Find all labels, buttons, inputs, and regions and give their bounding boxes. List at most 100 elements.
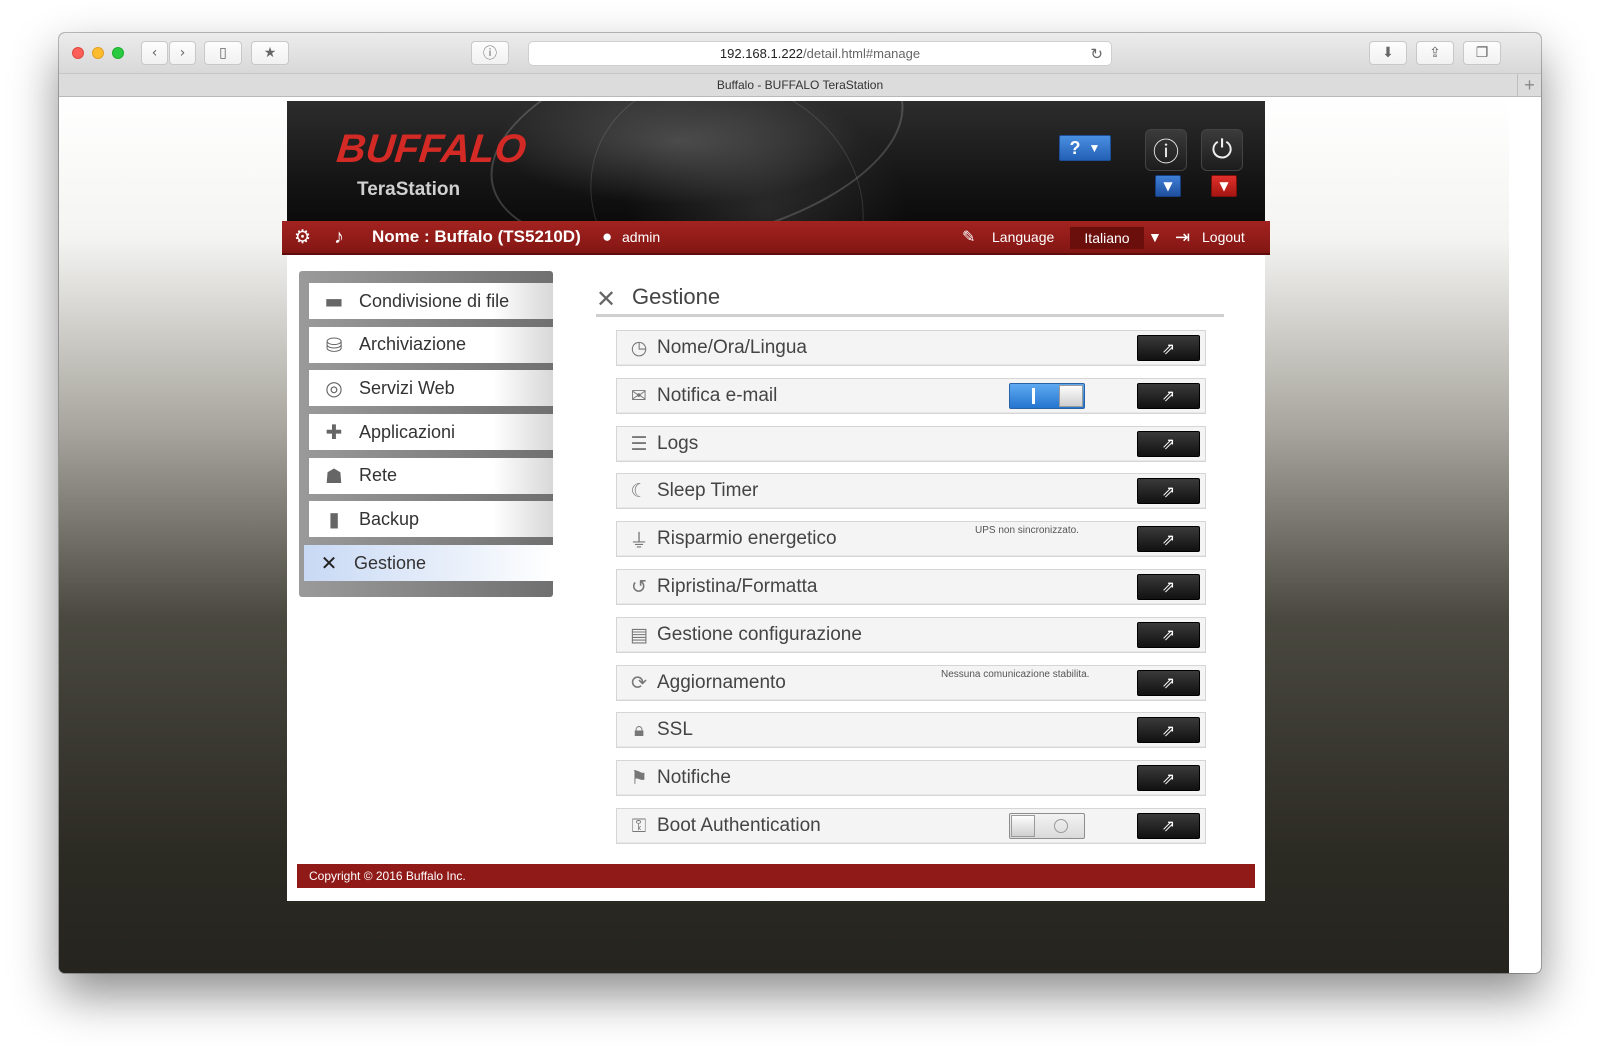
sidebar-item-archiviazione[interactable]: ⛁ Archiviazione — [309, 326, 553, 363]
sidebar-item-backup[interactable]: ▮ Backup — [309, 501, 553, 538]
share-button[interactable]: ⇪ — [1416, 41, 1454, 65]
nas-name: Nome : Buffalo (TS5210D) — [372, 227, 581, 246]
database-icon: ⛁ — [325, 332, 343, 357]
new-tab-button[interactable]: + — [1517, 74, 1541, 97]
info-button[interactable]: ⓘ — [1145, 129, 1187, 171]
url-path: /detail.html#manage — [803, 46, 921, 61]
notification-icon: ⚑ — [630, 767, 648, 790]
power-button[interactable]: ⏻ — [1201, 129, 1243, 171]
close-window-button[interactable] — [72, 47, 84, 59]
sidebar-item-gestione[interactable]: ✕ Gestione — [304, 545, 553, 582]
zoom-window-button[interactable] — [112, 47, 124, 59]
sidebar-item-label: Rete — [359, 465, 398, 486]
applications-icon: ✚ — [325, 420, 343, 445]
page-viewport: BUFFALO TeraStation ? ▼ ⓘ ⏻ ▼ ▼ ⚙ ♪ Nome… — [59, 97, 1509, 973]
tools-icon: ✕ — [320, 551, 338, 576]
tabs-overview-button[interactable]: ❐ — [1463, 41, 1501, 65]
tabs-icon: ❐ — [1475, 45, 1489, 61]
row-ripristina-formatta: ↺ Ripristina/Formatta ⇗ — [616, 568, 1206, 605]
sidebar-item-label: Gestione — [354, 552, 427, 573]
product-name: TeraStation — [357, 179, 461, 200]
scrollbar-track[interactable] — [1509, 97, 1541, 973]
row-nome-ora-lingua: ◷ Nome/Ora/Lingua ⇗ — [616, 330, 1206, 366]
caret-down-icon: ▼ — [1219, 179, 1229, 193]
language-label: Language — [992, 229, 1055, 245]
email-notification-toggle[interactable] — [1009, 382, 1085, 409]
open-settings-button[interactable]: ⇗ — [1137, 717, 1200, 744]
row-notifica-email: ✉ Notifica e-mail ⇗ — [616, 377, 1206, 414]
update-status-note: Nessuna comunicazione stabilita. — [941, 668, 1090, 680]
open-settings-button[interactable]: ⇗ — [1137, 621, 1200, 648]
sidebar-item-servizi-web[interactable]: ◎ Servizi Web — [309, 370, 553, 407]
logout-link[interactable]: Logout — [1202, 221, 1245, 253]
open-settings-button[interactable]: ⇗ — [1137, 812, 1200, 839]
settings-gear-icon[interactable]: ⚙ — [294, 221, 311, 253]
external-link-icon: ⇗ — [1161, 481, 1176, 501]
browser-window: ‹ › ▯ ★ ⓘ 192.168.1.222/detail.html#mana… — [59, 33, 1541, 973]
row-label: Boot Authentication — [657, 814, 821, 836]
external-link-icon: ⇗ — [1161, 577, 1176, 597]
power-dropdown-button[interactable]: ▼ — [1211, 175, 1237, 197]
open-settings-button[interactable]: ⇗ — [1137, 573, 1200, 600]
url-host: 192.168.1.222 — [719, 46, 804, 61]
caret-down-icon: ▼ — [1163, 179, 1173, 193]
sidebar-item-label: Servizi Web — [359, 377, 455, 398]
external-link-icon: ⇗ — [1161, 816, 1176, 836]
sidebar-icon: ▯ — [219, 45, 227, 61]
bookmarks-button[interactable]: ★ — [251, 41, 289, 65]
sidebar-item-label: Applicazioni — [359, 421, 456, 442]
row-boot-authentication: ⚿ Boot Authentication ⇗ — [616, 807, 1206, 844]
reader-button[interactable]: ⓘ — [471, 41, 509, 65]
row-label: Notifica e-mail — [657, 384, 778, 406]
tab-title[interactable]: Buffalo - BUFFALO TeraStation — [717, 78, 883, 92]
reload-icon[interactable]: ↻ — [1090, 45, 1103, 63]
clock-icon: ◷ — [630, 337, 648, 359]
language-select[interactable]: Italiano — [1070, 227, 1144, 249]
open-settings-button[interactable]: ⇗ — [1137, 478, 1200, 505]
sidebar-menu: ▬ Condivisione di file ⛁ Archiviazione ◎… — [299, 271, 553, 597]
user-name: admin — [622, 229, 661, 245]
address-bar[interactable]: 192.168.1.222/detail.html#manage ↻ — [528, 41, 1112, 66]
toggle-knob — [1011, 814, 1035, 837]
row-ssl: 🔒︎ SSL ⇗ — [616, 712, 1206, 749]
sidebar-toggle-button[interactable]: ▯ — [204, 41, 242, 65]
row-label: Sleep Timer — [657, 480, 759, 502]
row-risparmio-energetico: ⏚ Risparmio energetico UPS non sincroniz… — [616, 521, 1206, 558]
row-gestione-configurazione: ▤ Gestione configurazione ⇗ — [616, 616, 1206, 653]
info-dropdown-button[interactable]: ▼ — [1155, 175, 1181, 197]
info-icon: ⓘ — [1152, 137, 1179, 168]
music-note-icon[interactable]: ♪ — [334, 221, 344, 253]
sidebar-item-applicazioni[interactable]: ✚ Applicazioni — [309, 414, 553, 451]
footer: Copyright © 2016 Buffalo Inc. — [297, 864, 1255, 888]
caret-down-icon[interactable]: ▼ — [1148, 221, 1162, 253]
top-navigation-bar: ⚙ ♪ Nome : Buffalo (TS5210D) ● admin ✎ L… — [282, 221, 1270, 255]
row-label: Notifiche — [657, 767, 731, 789]
open-settings-button[interactable]: ⇗ — [1137, 526, 1200, 553]
back-button[interactable]: ‹ — [141, 41, 168, 65]
forward-button[interactable]: › — [169, 41, 196, 65]
open-settings-button[interactable]: ⇗ — [1137, 669, 1200, 696]
row-logs: ☰ Logs ⇗ — [616, 425, 1206, 462]
sidebar-item-condivisione-di-file[interactable]: ▬ Condivisione di file — [309, 283, 553, 319]
external-link-icon: ⇗ — [1161, 386, 1176, 406]
logout-icon[interactable]: ⇥ — [1175, 221, 1190, 253]
open-settings-button[interactable]: ⇗ — [1137, 430, 1200, 457]
minimize-window-button[interactable] — [92, 47, 104, 59]
help-button[interactable]: ? ▼ — [1059, 135, 1111, 161]
open-settings-button[interactable]: ⇗ — [1137, 765, 1200, 792]
open-settings-button[interactable]: ⇗ — [1137, 382, 1200, 409]
row-label: Gestione configurazione — [657, 623, 862, 645]
language-icon: ✎ — [962, 229, 976, 246]
restore-icon: ↺ — [631, 575, 647, 598]
log-icon: ☰ — [630, 432, 648, 455]
boot-authentication-toggle[interactable] — [1009, 812, 1085, 839]
downloads-button[interactable]: ⬇ — [1369, 41, 1407, 65]
folder-icon: ▬ — [324, 289, 344, 313]
row-label: SSL — [657, 719, 693, 741]
row-label: Risparmio energetico — [657, 528, 837, 550]
app-header: BUFFALO TeraStation ? ▼ ⓘ ⏻ ▼ ▼ — [287, 101, 1265, 221]
chevron-right-icon: › — [179, 45, 186, 61]
open-settings-button[interactable]: ⇗ — [1137, 335, 1200, 361]
sidebar-item-rete[interactable]: ☗ Rete — [309, 457, 553, 494]
sidebar-item-label: Backup — [359, 508, 420, 529]
